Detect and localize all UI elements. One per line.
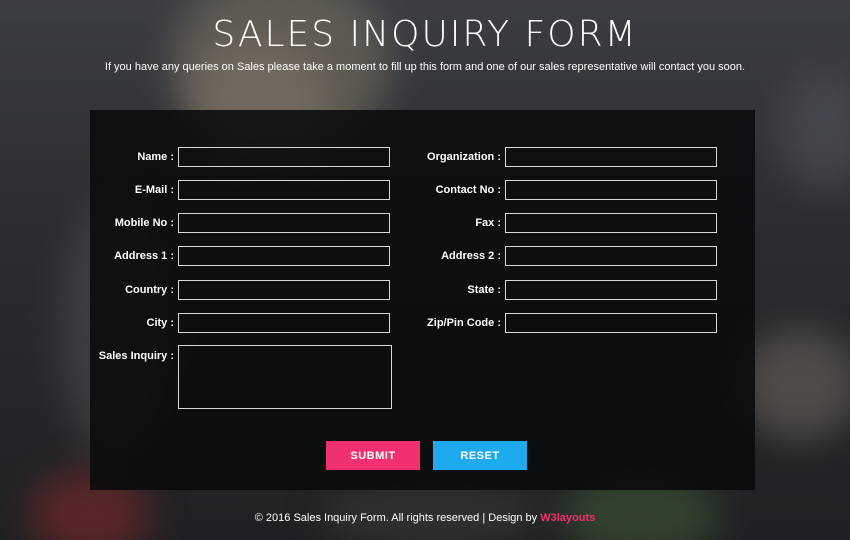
city-field[interactable] [178, 313, 390, 333]
fax-field[interactable] [505, 213, 717, 233]
organization-field[interactable] [505, 147, 717, 167]
organization-row: Organization : [389, 145, 717, 169]
mobile-field[interactable] [178, 213, 390, 233]
fax-label: Fax : [475, 217, 501, 229]
address1-row: Address 1 : [90, 244, 390, 268]
zip-row: Zip/Pin Code : [389, 311, 717, 335]
footer: © 2016 Sales Inquiry Form. All rights re… [0, 512, 850, 524]
zip-label: Zip/Pin Code : [427, 317, 501, 329]
state-label: State : [467, 284, 501, 296]
sales-inquiry-field[interactable] [178, 345, 392, 409]
email-row: E-Mail : [90, 178, 390, 202]
email-label: E-Mail : [134, 184, 174, 196]
city-row: City : [90, 311, 390, 335]
footer-copyright: © 2016 Sales Inquiry Form. All rights re… [254, 512, 541, 524]
inquiry-form: Name : E-Mail : Mobile No : Address 1 : … [90, 110, 755, 490]
page-subtitle: If you have any queries on Sales please … [104, 61, 746, 73]
w3layouts-link[interactable]: W3layouts [540, 512, 595, 524]
reset-button[interactable]: RESET [433, 441, 527, 470]
sales-inquiry-label: Sales Inquiry : [98, 350, 174, 362]
state-row: State : [389, 278, 717, 302]
contact-no-label: Contact No : [435, 184, 501, 196]
mobile-label: Mobile No : [114, 217, 174, 229]
state-field[interactable] [505, 280, 717, 300]
email-field[interactable] [178, 180, 390, 200]
name-row: Name : [90, 145, 390, 169]
zip-field[interactable] [505, 313, 717, 333]
contact-no-row: Contact No : [389, 178, 717, 202]
submit-button[interactable]: SUBMIT [326, 441, 420, 470]
mobile-row: Mobile No : [90, 211, 390, 235]
city-label: City : [146, 317, 175, 329]
address2-field[interactable] [505, 246, 717, 266]
fax-row: Fax : [389, 211, 717, 235]
name-label: Name : [137, 151, 174, 163]
contact-no-field[interactable] [505, 180, 717, 200]
address2-row: Address 2 : [389, 244, 717, 268]
organization-label: Organization : [427, 151, 501, 163]
country-field[interactable] [178, 280, 390, 300]
country-label: Country : [125, 284, 174, 296]
name-field[interactable] [178, 147, 390, 167]
address1-label: Address 1 : [114, 250, 174, 262]
address2-label: Address 2 : [441, 250, 501, 262]
page-title: SALES INQUIRY FORM [212, 14, 638, 55]
address1-field[interactable] [178, 246, 390, 266]
country-row: Country : [90, 278, 390, 302]
